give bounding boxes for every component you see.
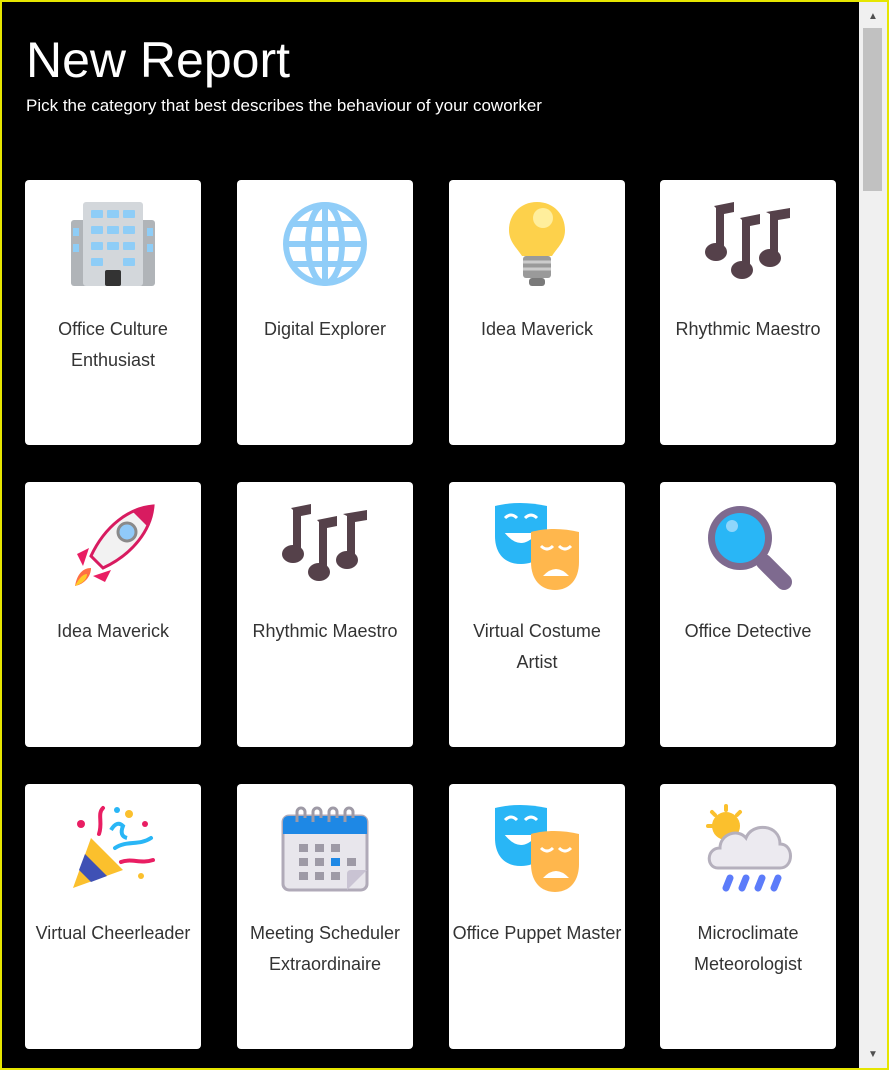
category-card-office-culture-enthusiast[interactable]: Office Culture Enthusiast xyxy=(25,180,201,445)
category-card-microclimate-meteorologist[interactable]: Microclimate Meteorologist xyxy=(660,784,836,1049)
category-label: Digital Explorer xyxy=(263,319,387,339)
category-label: Office Detective xyxy=(684,621,812,641)
category-card-office-detective[interactable]: Office Detective xyxy=(660,482,836,747)
scroll-up-arrow-icon[interactable]: ▲ xyxy=(859,4,887,28)
category-label: Office Puppet Master xyxy=(452,923,622,943)
category-label: Idea Maverick xyxy=(56,621,170,641)
category-card-virtual-costume-artist[interactable]: Virtual Costume Artist xyxy=(449,482,625,747)
magnifying-glass-icon xyxy=(704,502,792,590)
rocket-icon xyxy=(69,502,157,590)
globe-icon xyxy=(281,200,369,288)
category-label: Rhythmic Maestro xyxy=(675,319,821,339)
category-card-idea-maverick-2[interactable]: Idea Maverick xyxy=(25,482,201,747)
report-page: New Report Pick the category that best d… xyxy=(2,2,859,1068)
light-bulb-icon xyxy=(493,200,581,288)
category-card-meeting-scheduler-extraordinaire[interactable]: Meeting Scheduler Extraordinaire xyxy=(237,784,413,1049)
category-card-rhythmic-maestro-2[interactable]: Rhythmic Maestro xyxy=(237,482,413,747)
category-label: Idea Maverick xyxy=(480,319,594,339)
category-label: Meeting Scheduler Extraordinaire xyxy=(249,923,401,974)
page-subtitle: Pick the category that best describes th… xyxy=(26,96,542,115)
music-notes-icon xyxy=(281,502,369,590)
theater-masks-icon xyxy=(493,502,581,590)
calendar-icon xyxy=(281,804,369,892)
scrollbar-thumb[interactable] xyxy=(863,28,882,191)
scroll-down-arrow-icon[interactable]: ▼ xyxy=(859,1042,887,1066)
category-label: Virtual Costume Artist xyxy=(473,621,601,672)
category-label: Office Culture Enthusiast xyxy=(58,319,168,370)
category-label: Rhythmic Maestro xyxy=(252,621,398,641)
office-building-icon xyxy=(69,200,157,288)
app-window: New Report Pick the category that best d… xyxy=(0,0,889,1070)
category-card-office-puppet-master[interactable]: Office Puppet Master xyxy=(449,784,625,1049)
party-popper-icon xyxy=(69,804,157,892)
theater-masks-icon xyxy=(493,804,581,892)
rain-cloud-icon xyxy=(704,804,792,892)
page-title: New Report xyxy=(26,32,290,88)
vertical-scrollbar[interactable]: ▲ ▼ xyxy=(859,2,887,1068)
category-label: Virtual Cheerleader xyxy=(35,923,191,943)
category-card-rhythmic-maestro[interactable]: Rhythmic Maestro xyxy=(660,180,836,445)
category-card-virtual-cheerleader[interactable]: Virtual Cheerleader xyxy=(25,784,201,1049)
category-card-idea-maverick[interactable]: Idea Maverick xyxy=(449,180,625,445)
category-card-digital-explorer[interactable]: Digital Explorer xyxy=(237,180,413,445)
music-notes-icon xyxy=(704,200,792,288)
category-label: Microclimate Meteorologist xyxy=(693,923,803,974)
